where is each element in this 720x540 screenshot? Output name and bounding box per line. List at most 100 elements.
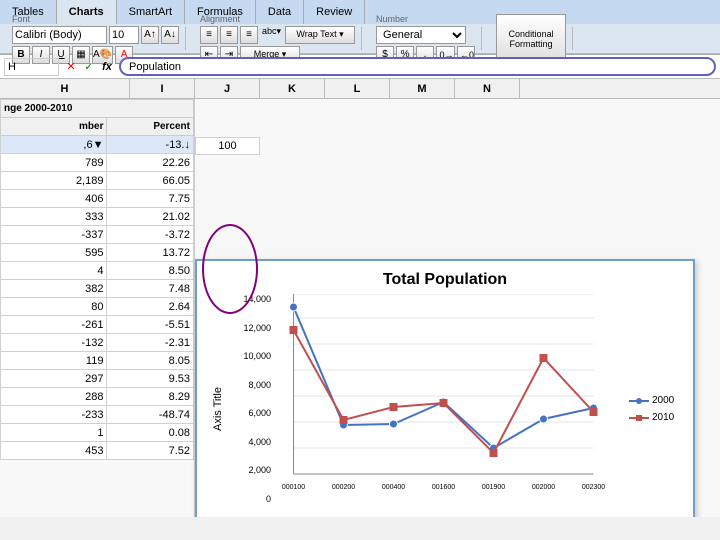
table-row: 1 0.08	[1, 424, 194, 442]
font-grow-btn[interactable]: A↑	[141, 26, 159, 44]
table-row: 288 8.29	[1, 388, 194, 406]
col-header-j: J	[195, 79, 260, 98]
data-table: nge 2000-2010 mber Percent ,6▼ -13.↓ 789…	[0, 99, 194, 460]
table-row: ,6▼ -13.↓	[1, 136, 194, 154]
chart-legend: 2000 2010	[623, 294, 683, 517]
chart-container[interactable]: Total Population Axis Title 0 2,000 4,00…	[195, 259, 695, 517]
cell-num-8[interactable]: 4	[1, 262, 107, 280]
cell-num-5[interactable]: 333	[1, 208, 107, 226]
y-tick-12000: 12,000	[229, 323, 271, 333]
x-tick-7: 002300	[582, 484, 605, 491]
cell-num-14[interactable]: 297	[1, 370, 107, 388]
x-tick-1: 000100	[282, 484, 305, 491]
chart-plot-area: 0 2,000 4,000 6,000 8,000 10,000 12,000 …	[229, 294, 683, 517]
font-size-input[interactable]	[109, 26, 139, 44]
cell-num-12[interactable]: -132	[1, 334, 107, 352]
series-2010-dot-5	[490, 449, 498, 457]
cell-pct-15[interactable]: 8.29	[107, 388, 194, 406]
ribbon-controls-row: Font A↑ A↓ B I U ▦ A🎨 A	[0, 24, 720, 54]
series-2000-dot-1	[290, 303, 298, 311]
cell-pct-9[interactable]: 7.48	[107, 280, 194, 298]
cell-pct-12[interactable]: -2.31	[107, 334, 194, 352]
cell-num-9[interactable]: 382	[1, 280, 107, 298]
header-change: nge 2000-2010	[1, 100, 194, 118]
align-right-btn[interactable]: ≡	[240, 26, 258, 44]
column-headers-row: H I J K L M N	[0, 79, 720, 99]
cell-pct-4[interactable]: 7.75	[107, 190, 194, 208]
number-format-select[interactable]: General	[376, 26, 466, 44]
legend-icon-2000	[629, 396, 649, 406]
cell-num-2[interactable]: 789	[1, 154, 107, 172]
cell-num-6[interactable]: -337	[1, 226, 107, 244]
cell-pct-3[interactable]: 66.05	[107, 172, 194, 190]
table-row: 789 22.26	[1, 154, 194, 172]
table-row: -337 -3.72	[1, 226, 194, 244]
cell-num-13[interactable]: 119	[1, 352, 107, 370]
cell-num-17[interactable]: 1	[1, 424, 107, 442]
cell-num-3[interactable]: 2,189	[1, 172, 107, 190]
x-tick-3: 000400	[382, 484, 405, 491]
col-header-k: K	[260, 79, 325, 98]
series-2010-dot-4	[440, 399, 448, 407]
cancel-icon[interactable]: ✕	[63, 59, 79, 75]
confirm-icon[interactable]: ✓	[81, 59, 97, 75]
legend-label-2010: 2010	[652, 412, 674, 423]
table-row: nge 2000-2010	[1, 100, 194, 118]
cell-pct-1[interactable]: -13.↓	[107, 136, 194, 154]
left-table-section: nge 2000-2010 mber Percent ,6▼ -13.↓ 789…	[0, 99, 195, 517]
table-row: 453 7.52	[1, 442, 194, 460]
table-row: 4 8.50	[1, 262, 194, 280]
cell-num-7[interactable]: 595	[1, 244, 107, 262]
fx-icon[interactable]: fx	[99, 59, 115, 75]
cell-pct-14[interactable]: 9.53	[107, 370, 194, 388]
font-group-label: Font	[12, 14, 179, 24]
cell-num-18[interactable]: 453	[1, 442, 107, 460]
cell-pct-18[interactable]: 7.52	[107, 442, 194, 460]
table-row: 595 13.72	[1, 244, 194, 262]
ribbon: Tables Charts SmartArt Formulas Data Rev…	[0, 0, 720, 55]
cell-pct-8[interactable]: 8.50	[107, 262, 194, 280]
cell-pct-2[interactable]: 22.26	[107, 154, 194, 172]
conditional-formatting-btn[interactable]: Conditional Formatting	[496, 14, 566, 64]
legend-item-2000: 2000	[629, 395, 683, 406]
y-axis-label-container: Axis Title	[207, 294, 229, 517]
cell-pct-17[interactable]: 0.08	[107, 424, 194, 442]
cell-num-11[interactable]: -261	[1, 316, 107, 334]
cell-pct-10[interactable]: 2.64	[107, 298, 194, 316]
col-header-n: N	[455, 79, 520, 98]
formula-bar: H ✕ ✓ fx Population	[0, 55, 720, 79]
cell-reference: H	[4, 58, 59, 76]
formula-input[interactable]: Population	[119, 57, 716, 76]
sub-header-number: mber	[1, 118, 107, 136]
align-left-btn[interactable]: ≡	[200, 26, 218, 44]
wrap-text-btn[interactable]: Wrap Text ▾	[285, 26, 355, 44]
number-group: Number General $ % , .0→ .←0	[370, 27, 482, 50]
series-2010-dot-7	[590, 408, 598, 416]
col-header-h: H	[0, 79, 130, 98]
font-shrink-btn[interactable]: A↓	[161, 26, 179, 44]
alignment-group: Alignment ≡ ≡ ≡ abc▾ Wrap Text ▾ ⇤ ⇥ Mer…	[194, 27, 362, 50]
cell-num-15[interactable]: 288	[1, 388, 107, 406]
cell-pct-5[interactable]: 21.02	[107, 208, 194, 226]
cell-num-1[interactable]: ,6▼	[1, 136, 107, 154]
x-tick-2: 000200	[332, 484, 355, 491]
chart-title: Total Population	[207, 271, 683, 289]
cell-pct-6[interactable]: -3.72	[107, 226, 194, 244]
y-tick-10000: 10,000	[229, 351, 271, 361]
font-name-input[interactable]	[12, 26, 107, 44]
cell-pct-16[interactable]: -48.74	[107, 406, 194, 424]
y-tick-labels: 0 2,000 4,000 6,000 8,000 10,000 12,000 …	[229, 294, 274, 517]
cell-num-4[interactable]: 406	[1, 190, 107, 208]
align-center-btn[interactable]: ≡	[220, 26, 238, 44]
formula-icons: ✕ ✓ fx	[63, 59, 115, 75]
cell-pct-11[interactable]: -5.51	[107, 316, 194, 334]
cell-pct-7[interactable]: 13.72	[107, 244, 194, 262]
cell-num-16[interactable]: -233	[1, 406, 107, 424]
table-row: -132 -2.31	[1, 334, 194, 352]
series-2000-dot-3	[390, 420, 398, 428]
cell-i-value[interactable]: 100	[195, 137, 260, 155]
cell-pct-13[interactable]: 8.05	[107, 352, 194, 370]
number-label: Number	[376, 14, 475, 24]
cell-num-10[interactable]: 80	[1, 298, 107, 316]
y-tick-6000: 6,000	[229, 408, 271, 418]
